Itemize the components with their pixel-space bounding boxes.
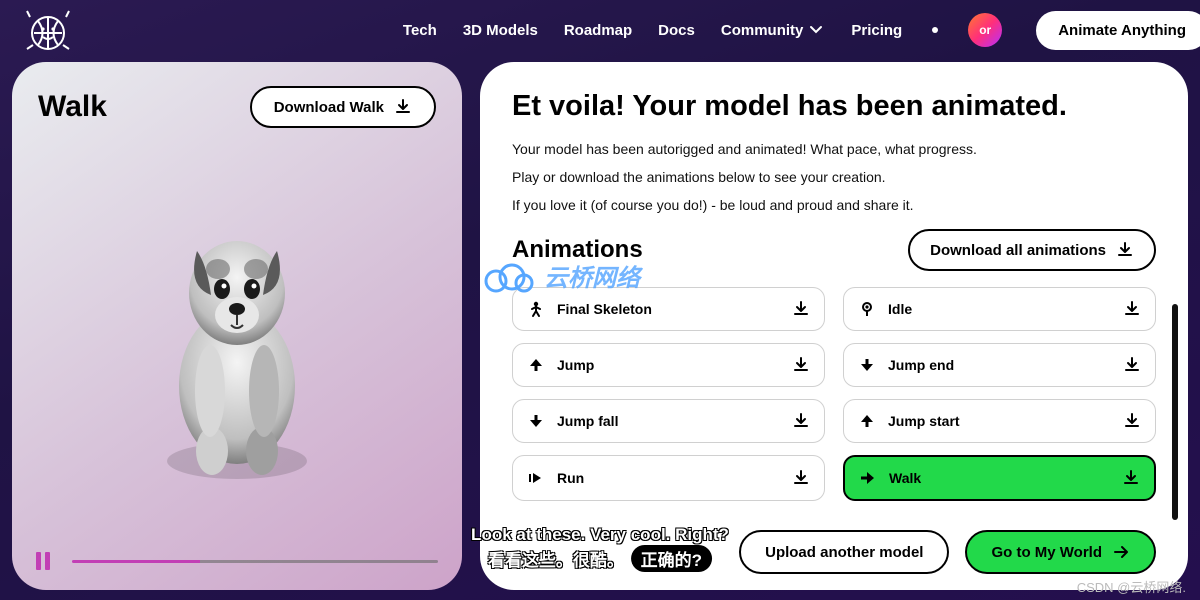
- animation-item-jump-fall[interactable]: Jump fall: [512, 399, 825, 443]
- arrow-up-icon: [527, 356, 545, 374]
- download-icon[interactable]: [1123, 412, 1141, 430]
- download-icon: [394, 98, 412, 116]
- fast-right-icon: [527, 469, 545, 487]
- results-desc-1: Your model has been autorigged and anima…: [512, 135, 1156, 163]
- playback-controls: [36, 550, 438, 572]
- animation-label: Run: [557, 470, 584, 486]
- nav-community-label: Community: [721, 22, 804, 39]
- model-dog-icon: [122, 211, 352, 491]
- upload-another-button[interactable]: Upload another model: [739, 530, 949, 574]
- go-to-my-world-label: Go to My World: [991, 544, 1102, 561]
- pin-icon: [858, 300, 876, 318]
- nav-separator-dot: [932, 27, 938, 33]
- nav-docs[interactable]: Docs: [658, 22, 695, 39]
- model-viewport[interactable]: [12, 182, 462, 520]
- nav-roadmap[interactable]: Roadmap: [564, 22, 632, 39]
- animation-item-idle[interactable]: Idle: [843, 287, 1156, 331]
- arrow-down-icon: [858, 356, 876, 374]
- animation-item-walk[interactable]: Walk: [843, 455, 1156, 501]
- animation-label: Walk: [889, 470, 921, 486]
- animation-label: Final Skeleton: [557, 301, 652, 317]
- nav-links: Tech 3D Models Roadmap Docs Community Pr…: [403, 11, 1200, 50]
- user-avatar-badge[interactable]: or: [968, 13, 1002, 47]
- nav-tech[interactable]: Tech: [403, 22, 437, 39]
- download-icon[interactable]: [1122, 469, 1140, 487]
- arrow-right-icon: [859, 469, 877, 487]
- animation-item-run[interactable]: Run: [512, 455, 825, 501]
- download-icon[interactable]: [792, 356, 810, 374]
- animation-label: Jump: [557, 357, 594, 373]
- animation-item-final-skeleton[interactable]: Final Skeleton: [512, 287, 825, 331]
- download-icon[interactable]: [792, 412, 810, 430]
- go-to-my-world-button[interactable]: Go to My World: [965, 530, 1156, 574]
- nav-pricing[interactable]: Pricing: [851, 22, 902, 39]
- nav-community[interactable]: Community: [721, 21, 826, 39]
- download-walk-label: Download Walk: [274, 99, 384, 116]
- download-icon[interactable]: [792, 469, 810, 487]
- person-icon: [527, 300, 545, 318]
- animations-heading: Animations: [512, 236, 643, 264]
- results-description: Your model has been autorigged and anima…: [512, 135, 1156, 219]
- preview-title: Walk: [38, 90, 107, 124]
- download-icon[interactable]: [1123, 300, 1141, 318]
- download-all-button[interactable]: Download all animations: [908, 229, 1156, 271]
- animate-anything-button[interactable]: Animate Anything: [1036, 11, 1200, 50]
- animation-label: Jump start: [888, 413, 960, 429]
- results-headline: Et voila! Your model has been animated.: [512, 90, 1156, 123]
- download-icon[interactable]: [1123, 356, 1141, 374]
- chevron-down-icon: [807, 21, 825, 39]
- brand-logo[interactable]: [18, 5, 78, 55]
- download-walk-button[interactable]: Download Walk: [250, 86, 436, 128]
- nav-3d-models[interactable]: 3D Models: [463, 22, 538, 39]
- arrow-down-icon: [527, 412, 545, 430]
- preview-panel: Walk Download Walk: [12, 62, 462, 590]
- animations-grid: Final Skeleton Idle Jump Jump end Jump fall J…: [512, 287, 1156, 501]
- animation-item-jump[interactable]: Jump: [512, 343, 825, 387]
- csdn-watermark: CSDN @云桥网络.: [1077, 577, 1186, 596]
- arrow-up-icon: [858, 412, 876, 430]
- scrollbar[interactable]: [1172, 304, 1178, 520]
- download-icon: [1116, 241, 1134, 259]
- main-wrap: Walk Download Walk: [12, 62, 1188, 590]
- animation-item-jump-end[interactable]: Jump end: [843, 343, 1156, 387]
- top-nav: Tech 3D Models Roadmap Docs Community Pr…: [0, 8, 1200, 52]
- results-desc-3: If you love it (of course you do!) - be …: [512, 191, 1156, 219]
- download-icon[interactable]: [792, 300, 810, 318]
- results-desc-2: Play or download the animations below to…: [512, 163, 1156, 191]
- pause-button[interactable]: [36, 550, 58, 572]
- animation-item-jump-start[interactable]: Jump start: [843, 399, 1156, 443]
- progress-track[interactable]: [72, 560, 438, 563]
- animation-label: Jump fall: [557, 413, 618, 429]
- results-panel: Et voila! Your model has been animated. …: [480, 62, 1188, 590]
- arrow-right-icon: [1112, 543, 1130, 561]
- animation-label: Idle: [888, 301, 912, 317]
- animation-label: Jump end: [888, 357, 954, 373]
- download-all-label: Download all animations: [930, 242, 1106, 259]
